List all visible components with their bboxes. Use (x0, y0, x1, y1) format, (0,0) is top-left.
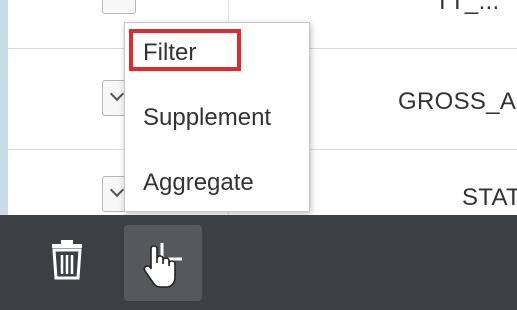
menu-item-supplement[interactable]: Supplement (125, 96, 309, 140)
row-dropdown-button[interactable] (102, 0, 136, 14)
table-cell: GROSS_A (398, 88, 517, 115)
chevron-down-icon (109, 182, 125, 198)
bottom-toolbar (0, 215, 517, 310)
pointer-tool-button[interactable] (124, 225, 202, 301)
row-selection-strip (0, 0, 8, 215)
menu-item-aggregate[interactable]: Aggregate (125, 161, 309, 205)
highlight-annotation-box (129, 29, 241, 71)
chevron-down-icon (109, 86, 125, 102)
delete-button[interactable] (28, 225, 106, 301)
table-cell: STAT (462, 184, 517, 211)
trash-icon (52, 240, 82, 280)
table-cell: TT_... (435, 0, 500, 15)
pointer-hand-icon (143, 243, 182, 288)
context-menu: Filter Supplement Aggregate (124, 22, 310, 212)
